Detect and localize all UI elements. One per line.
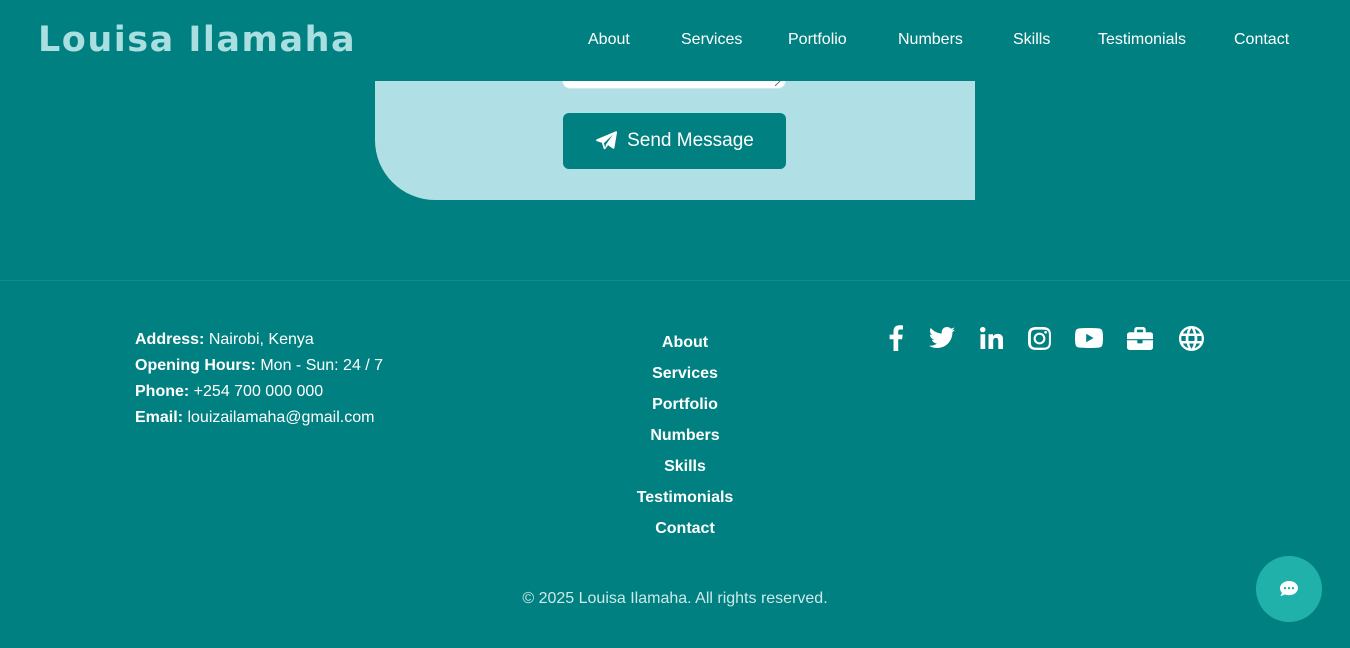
- address-value: Nairobi, Kenya: [208, 331, 314, 348]
- send-message-label: Send Message: [627, 130, 754, 151]
- footer-links: About Services Portfolio Numbers Skills …: [585, 332, 785, 549]
- site-header: Louisa Ilamaha About Services Portfolio …: [0, 0, 1350, 81]
- address-label: Address:: [135, 331, 205, 348]
- briefcase-icon[interactable]: [1127, 324, 1153, 352]
- facebook-icon[interactable]: [883, 324, 909, 352]
- hours-line: Opening Hours: Mon - Sun: 24 / 7: [135, 353, 383, 379]
- phone-line: Phone: +254 700 000 000: [135, 379, 383, 405]
- phone-label: Phone:: [135, 383, 190, 400]
- hours-value: Mon - Sun: 24 / 7: [260, 357, 384, 374]
- nav-about[interactable]: About: [588, 31, 630, 49]
- paper-plane-icon: [596, 131, 618, 150]
- nav-skills[interactable]: Skills: [1013, 31, 1050, 49]
- send-message-button[interactable]: Send Message: [563, 113, 786, 169]
- nav-contact[interactable]: Contact: [1234, 31, 1289, 49]
- nav-testimonials[interactable]: Testimonials: [1098, 31, 1186, 49]
- youtube-icon[interactable]: [1075, 324, 1103, 352]
- address-line: Address: Nairobi, Kenya: [135, 327, 383, 353]
- footer-link-skills[interactable]: Skills: [585, 456, 785, 487]
- phone-value: +254 700 000 000: [193, 383, 324, 400]
- nav-portfolio[interactable]: Portfolio: [788, 31, 847, 49]
- section-divider: [0, 280, 1350, 281]
- footer-link-testimonials[interactable]: Testimonials: [585, 487, 785, 518]
- footer-link-numbers[interactable]: Numbers: [585, 425, 785, 456]
- twitter-icon[interactable]: [929, 324, 955, 352]
- nav-services[interactable]: Services: [681, 31, 742, 49]
- chat-bubble-icon: [1280, 581, 1298, 596]
- site-logo[interactable]: Louisa Ilamaha: [38, 20, 356, 60]
- footer-link-portfolio[interactable]: Portfolio: [585, 394, 785, 425]
- page: Send Message Louisa Ilamaha About Servic…: [0, 0, 1350, 648]
- nav-numbers[interactable]: Numbers: [898, 31, 963, 49]
- email-label: Email:: [135, 409, 184, 426]
- linkedin-icon[interactable]: [979, 324, 1003, 352]
- contact-form-card: Send Message: [375, 60, 975, 200]
- footer-link-contact[interactable]: Contact: [585, 518, 785, 549]
- instagram-icon[interactable]: [1027, 324, 1051, 352]
- footer-link-about[interactable]: About: [585, 332, 785, 363]
- footer-link-services[interactable]: Services: [585, 363, 785, 394]
- chat-button[interactable]: [1256, 556, 1322, 622]
- hours-label: Opening Hours:: [135, 357, 256, 374]
- email-value: louizailamaha@gmail.com: [187, 409, 375, 426]
- globe-icon[interactable]: [1178, 324, 1204, 352]
- footer-contact-info: Address: Nairobi, Kenya Opening Hours: M…: [135, 327, 383, 431]
- social-links: [883, 324, 1204, 352]
- email-line: Email: louizailamaha@gmail.com: [135, 405, 383, 431]
- copyright-text: © 2025 Louisa Ilamaha. All rights reserv…: [522, 590, 828, 607]
